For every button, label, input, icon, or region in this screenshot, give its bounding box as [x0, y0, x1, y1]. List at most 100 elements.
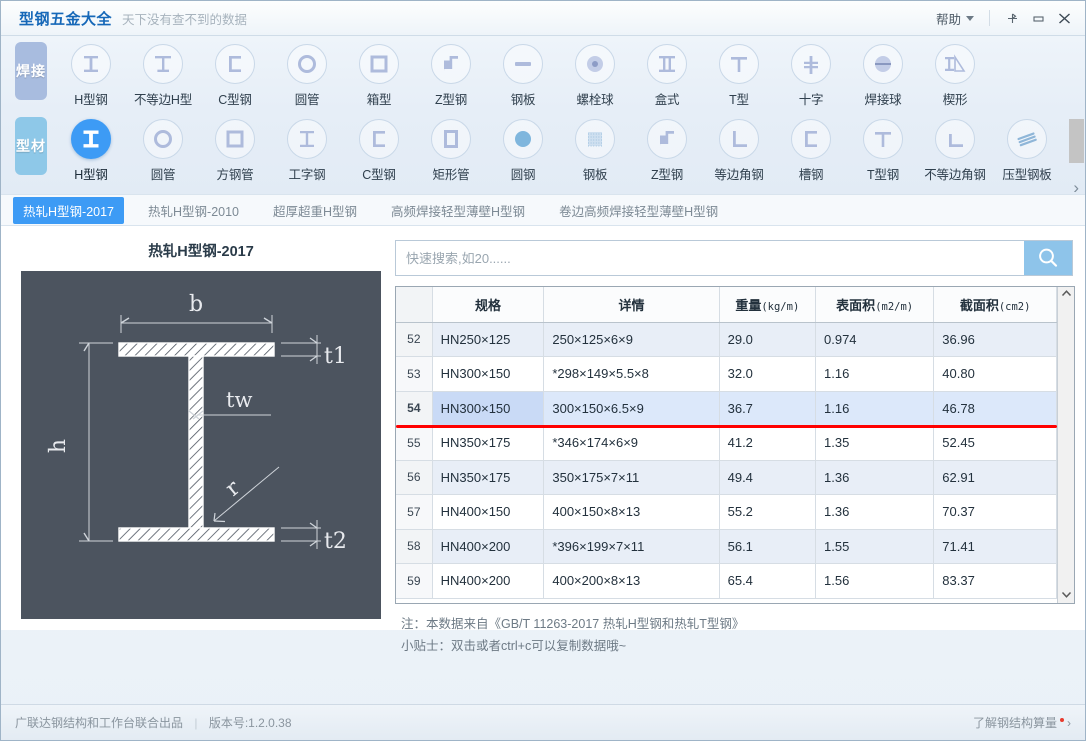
table-row[interactable]: 57 HN400×150 400×150×8×13 55.2 1.36 70.3… — [396, 494, 1057, 530]
col-header-index — [396, 287, 433, 323]
ribbon-item-label: 圆管 — [294, 93, 320, 107]
data-panel: 规格 详情 重量(kg/m) 表面积(m2/m) — [391, 119, 1084, 653]
col-header-spec: 规格 — [432, 287, 545, 323]
tab-rolled-h-2010[interactable]: 热轧H型钢-2010 — [138, 197, 249, 224]
search-icon[interactable] — [1024, 241, 1072, 275]
row-weight: 49.4 — [719, 460, 817, 495]
ribbon-item-label: 不等边角钢 — [924, 168, 986, 182]
row-surface: 1.36 — [815, 494, 935, 530]
ribbon-item-t-section[interactable]: T型 — [703, 36, 775, 108]
ribbon-item-label: T型钢 — [866, 168, 900, 182]
ribbon-item-label: 盒式 — [654, 93, 680, 107]
ribbon-item-h-beam[interactable]: H型钢 — [55, 36, 127, 108]
equal-angle-icon — [719, 119, 759, 159]
ribbon-item-unequal-angle[interactable]: 不等边角钢 — [919, 111, 991, 183]
search-input[interactable] — [396, 241, 1024, 275]
row-detail: 250×125×6×9 — [543, 322, 720, 357]
row-area: 52.45 — [933, 425, 1057, 461]
ribbon-item-label: 圆管 — [150, 168, 176, 182]
ribbon-item-c-channel[interactable]: C型钢 — [199, 36, 271, 108]
ribbon-item-equal-angle[interactable]: 等边角钢 — [703, 111, 775, 183]
ribbon-item-channel[interactable]: 槽钢 — [775, 111, 847, 183]
table-row[interactable]: 56 HN350×175 350×175×7×11 49.4 1.36 62.9… — [396, 460, 1057, 495]
ribbon-item-round-tube[interactable]: 圆管 — [271, 36, 343, 108]
row-area: 40.80 — [933, 356, 1057, 392]
table-row[interactable]: 59 HN400×200 400×200×8×13 65.4 1.56 83.3… — [396, 563, 1057, 599]
status-version: 版本号:1.2.0.38 — [208, 716, 292, 730]
tab-rolled-h-2017[interactable]: 热轧H型钢-2017 — [13, 196, 124, 224]
ribbon-item-i-beam[interactable]: 工字钢 — [271, 111, 343, 183]
tab-hf-welded-thin-h[interactable]: 高频焊接轻型薄壁H型钢 — [381, 197, 535, 224]
row-weight: 55.2 — [719, 494, 817, 530]
ribbon-item-c-channel[interactable]: C型钢 — [343, 111, 415, 183]
help-menu-button[interactable]: 帮助 — [930, 6, 980, 31]
ribbon-item-steel-plate[interactable]: 钢板 — [559, 111, 631, 183]
learn-more-link[interactable]: 了解钢结构算量 › — [973, 714, 1071, 731]
ribbon-item-t-beam[interactable]: T型钢 — [847, 111, 919, 183]
ribbon-group-section[interactable]: 型材 — [15, 117, 47, 175]
ribbon-item-steel-plate[interactable]: 钢板 — [487, 36, 559, 108]
row-surface: 1.56 — [815, 563, 935, 599]
round-tube-icon — [287, 44, 327, 84]
table-row[interactable]: 52 HN250×125 250×125×6×9 29.0 0.974 36.9… — [396, 322, 1057, 357]
scroll-up-icon[interactable] — [1061, 289, 1072, 300]
ribbon-item-box-section[interactable]: 箱型 — [343, 36, 415, 108]
close-icon[interactable] — [1051, 6, 1077, 30]
ribbon-item-label: 等边角钢 — [714, 168, 764, 182]
row-area: 46.78 — [933, 391, 1057, 426]
ribbon-group-weld[interactable]: 焊接 — [15, 42, 47, 100]
ribbon-item-cross-section[interactable]: 十字 — [775, 36, 847, 108]
table-row[interactable]: 53 HN300×150 *298×149×5.5×8 32.0 1.16 40… — [396, 356, 1057, 392]
ribbon-item-h-beam-active[interactable]: H型钢 — [55, 111, 127, 183]
table-row[interactable]: 55 HN350×175 *346×174×6×9 41.2 1.35 52.4… — [396, 425, 1057, 461]
tab-curled-hf-welded-thin-h[interactable]: 卷边高频焊接轻型薄壁H型钢 — [549, 197, 728, 224]
ribbon-item-label: Z型钢 — [434, 93, 468, 107]
c-channel-icon — [359, 119, 399, 159]
row-weight: 32.0 — [719, 356, 817, 392]
ribbon-item-z-section[interactable]: Z型钢 — [631, 111, 703, 183]
table-row[interactable]: 58 HN400×200 *396×199×7×11 56.1 1.55 71.… — [396, 529, 1057, 564]
ribbon-item-label: C型钢 — [362, 168, 396, 182]
ribbon-item-unequal-h-beam[interactable]: 不等边H型 — [127, 36, 199, 108]
row-surface: 1.35 — [815, 425, 935, 461]
ribbon-item-label: 工字钢 — [288, 168, 326, 182]
titlebar-divider — [989, 10, 990, 26]
ribbon-item-label: C型钢 — [218, 93, 252, 107]
col-header-area: 截面积(cm2) — [933, 287, 1057, 323]
ribbon-item-welded-ball[interactable]: 焊接球 — [847, 36, 919, 108]
content-area: 热轧H型钢-2017 b h t1 t2 tw r 快速搜索,如20......… — [1, 119, 1085, 653]
help-label: 帮助 — [935, 12, 961, 27]
ribbon-items-weld: H型钢 不等边H型 C型钢 圆管 箱型 Z型钢 钢板 螺栓球 盒式 T型 十字 … — [55, 36, 1085, 108]
app-title: 型钢五金大全 — [19, 10, 113, 28]
ribbon-item-label: 不等边H型 — [133, 93, 193, 107]
ribbon-item-rect-tube[interactable]: 矩形管 — [415, 111, 487, 183]
table-vertical-scrollbar[interactable] — [1057, 119, 1084, 603]
ribbon-item-label: 压型钢板 — [1002, 168, 1052, 182]
h-beam-icon — [71, 44, 111, 84]
ribbon-item-label: 圆钢 — [510, 168, 536, 182]
scroll-down-icon[interactable] — [1061, 590, 1072, 601]
row-weight: 41.2 — [719, 425, 817, 461]
ribbon-item-round-tube[interactable]: 圆管 — [127, 111, 199, 183]
tab-extra-heavy-h[interactable]: 超厚超重H型钢 — [263, 197, 367, 224]
pin-icon[interactable] — [999, 6, 1025, 30]
ribbon-item-profiled-plate[interactable]: 压型钢板 — [991, 111, 1063, 183]
c-channel-icon — [215, 44, 255, 84]
diagram-panel: 热轧H型钢-2017 b h t1 t2 tw r — [11, 232, 391, 630]
table-row-selected[interactable]: 54 HN300×150 300×150×6.5×9 36.7 1.16 46.… — [396, 391, 1057, 426]
steel-plate-icon — [503, 44, 543, 84]
ribbon-item-z-section[interactable]: Z型钢 — [415, 36, 487, 108]
ribbon-item-label: 矩形管 — [432, 168, 470, 182]
ribbon-next-arrow[interactable]: › — [1073, 178, 1079, 198]
table-scroll-region[interactable]: 规格 详情 重量(kg/m) 表面积(m2/m) 截面积(cm2) 52 HN2… — [396, 287, 1057, 603]
ribbon-item-box-type[interactable]: 盒式 — [631, 36, 703, 108]
ribbon-item-bolt-ball[interactable]: 螺栓球 — [559, 36, 631, 108]
ribbon-item-square-tube[interactable]: 方钢管 — [199, 111, 271, 183]
ribbon-item-label: 槽钢 — [798, 168, 824, 182]
row-spec: HN400×150 — [432, 494, 545, 530]
row-surface: 1.16 — [815, 356, 935, 392]
ribbon-item-label: 楔形 — [942, 93, 968, 107]
minimize-icon[interactable] — [1025, 6, 1051, 30]
ribbon-item-round-bar[interactable]: 圆钢 — [487, 111, 559, 183]
ribbon-item-wedge[interactable]: 楔形 — [919, 36, 991, 108]
